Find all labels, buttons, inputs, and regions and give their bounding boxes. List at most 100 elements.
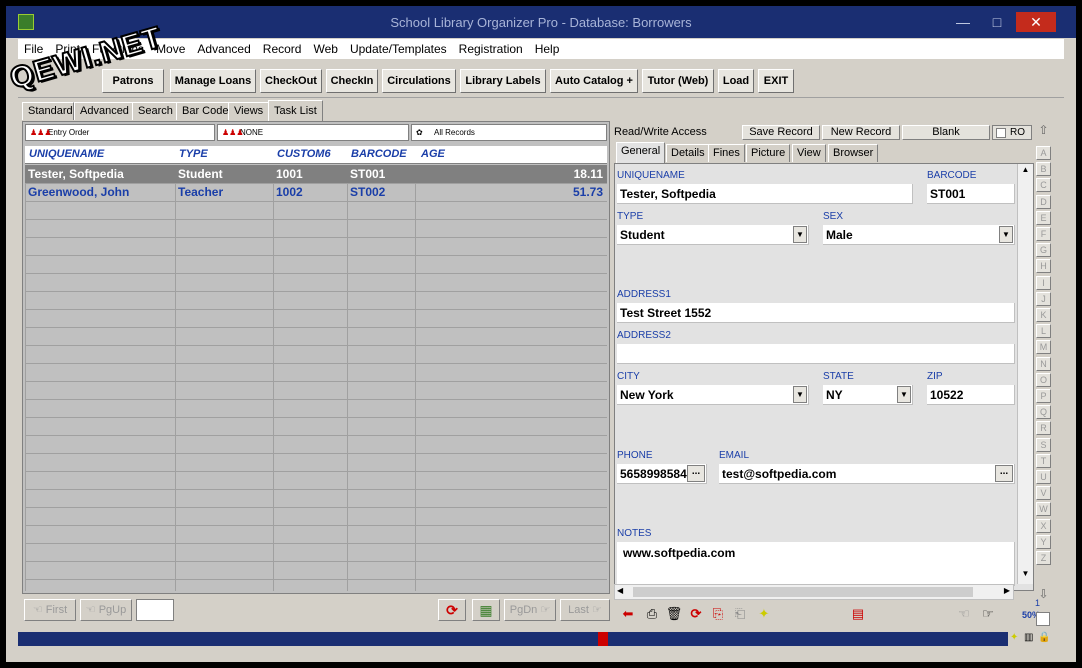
uniquename-field[interactable]: Tester, Softpedia bbox=[617, 184, 913, 204]
menu-update-templates[interactable]: Update/Templates bbox=[344, 39, 453, 56]
exit-button[interactable]: EXIT bbox=[758, 69, 794, 93]
lightbulb-icon[interactable]: ✦ bbox=[754, 604, 774, 624]
alpha-g-button[interactable]: G bbox=[1036, 243, 1051, 258]
refresh-icon[interactable]: ⟳ bbox=[686, 604, 706, 624]
menu-registration[interactable]: Registration bbox=[453, 39, 529, 56]
minimize-button[interactable]: — bbox=[946, 12, 980, 32]
state-select[interactable]: NY ▼ bbox=[823, 385, 913, 405]
save-record-button[interactable]: Save Record bbox=[742, 125, 820, 140]
last-button[interactable]: Last ☞ bbox=[560, 599, 610, 621]
menu-advanced[interactable]: Advanced bbox=[191, 39, 256, 56]
lock-icon[interactable]: 🔒 bbox=[1038, 632, 1050, 643]
export-icon[interactable]: ⎘ bbox=[708, 604, 728, 624]
tab-task-list[interactable]: Task List bbox=[268, 100, 323, 121]
table-row[interactable]: Tester, Softpedia Student 1001 ST001 18.… bbox=[25, 165, 607, 183]
notes-field[interactable]: www.softpedia.com bbox=[617, 542, 1015, 586]
chevron-down-icon[interactable]: ▼ bbox=[793, 386, 807, 403]
maximize-button[interactable]: □ bbox=[980, 12, 1014, 32]
blank-button[interactable]: Blank bbox=[902, 125, 990, 140]
next-record-icon[interactable]: ☞ bbox=[978, 604, 998, 624]
alpha-y-button[interactable]: Y bbox=[1036, 534, 1051, 549]
tab-bar-code[interactable]: Bar Code bbox=[176, 102, 235, 120]
alpha-o-button[interactable]: O bbox=[1036, 372, 1051, 387]
alpha-e-button[interactable]: E bbox=[1036, 210, 1051, 225]
tab-picture[interactable]: Picture bbox=[746, 144, 791, 162]
city-select[interactable]: New York ▼ bbox=[617, 385, 809, 405]
alpha-r-button[interactable]: R bbox=[1036, 421, 1051, 436]
chevron-down-icon[interactable]: ▼ bbox=[793, 226, 807, 243]
alpha-v-button[interactable]: V bbox=[1036, 486, 1051, 501]
alpha-j-button[interactable]: J bbox=[1036, 291, 1051, 306]
alpha-z-button[interactable]: Z bbox=[1036, 551, 1051, 565]
alpha-n-button[interactable]: N bbox=[1036, 356, 1051, 371]
tab-search[interactable]: Search bbox=[132, 102, 179, 120]
tab-browser[interactable]: Browser bbox=[828, 144, 879, 162]
barcode-field[interactable]: ST001 bbox=[927, 184, 1015, 204]
column-barcode[interactable]: BARCODE bbox=[351, 148, 407, 160]
alpha-c-button[interactable]: C bbox=[1036, 178, 1051, 193]
alpha-i-button[interactable]: I bbox=[1036, 275, 1051, 290]
form-scrollbar[interactable]: ▲ ▼ bbox=[1017, 164, 1033, 584]
ellipsis-button[interactable]: ... bbox=[687, 465, 705, 482]
tab-views[interactable]: Views bbox=[228, 102, 270, 120]
load-button[interactable]: Load bbox=[718, 69, 754, 93]
chevron-down-icon[interactable]: ▼ bbox=[999, 226, 1013, 243]
scroll-down-icon[interactable]: ▼ bbox=[1019, 569, 1032, 583]
alpha-k-button[interactable]: K bbox=[1036, 308, 1051, 322]
grid-view-icon[interactable]: ▦ bbox=[472, 599, 500, 621]
previous-record-icon[interactable]: ☜ bbox=[954, 604, 974, 624]
records-selector[interactable]: ✿ All Records bbox=[411, 124, 607, 141]
alpha-f-button[interactable]: F bbox=[1036, 227, 1051, 241]
scroll-up-icon[interactable]: ▲ bbox=[1019, 165, 1032, 179]
type-select[interactable]: Student ▼ bbox=[617, 225, 809, 245]
tab-general[interactable]: General bbox=[616, 142, 666, 163]
checkin-button[interactable]: CheckIn bbox=[326, 69, 378, 93]
table-row[interactable]: Greenwood, John Teacher 1002 ST002 51.73 bbox=[25, 183, 607, 201]
refresh-icon[interactable]: ⟳ bbox=[438, 599, 466, 621]
alpha-a-button[interactable]: A bbox=[1036, 146, 1051, 160]
back-arrow-icon[interactable]: ⬅ bbox=[618, 604, 638, 624]
lightbulb-icon[interactable]: ✦ bbox=[1010, 632, 1018, 643]
alpha-x-button[interactable]: X bbox=[1036, 518, 1051, 533]
order-selector[interactable]: ♟♟♟ Entry Order bbox=[25, 124, 215, 141]
chevron-down-icon[interactable]: ▼ bbox=[897, 386, 911, 403]
column-custom6[interactable]: CUSTOM6 bbox=[277, 148, 331, 160]
ellipsis-button[interactable]: ... bbox=[995, 465, 1013, 482]
alpha-m-button[interactable]: M bbox=[1036, 340, 1051, 355]
filter-selector[interactable]: ♟♟♟ NONE bbox=[217, 124, 409, 141]
library-labels-button[interactable]: Library Labels bbox=[460, 69, 546, 93]
tab-view[interactable]: View bbox=[792, 144, 826, 162]
menu-help[interactable]: Help bbox=[529, 39, 566, 56]
column-age[interactable]: AGE bbox=[421, 148, 445, 160]
horizontal-scrollbar[interactable]: ◀ ▶ bbox=[614, 584, 1014, 600]
address1-field[interactable]: Test Street 1552 bbox=[617, 303, 1015, 323]
resize-handle-icon[interactable] bbox=[598, 632, 608, 646]
alpha-l-button[interactable]: L bbox=[1036, 324, 1051, 339]
sex-select[interactable]: Male ▼ bbox=[823, 225, 1015, 245]
address2-field[interactable] bbox=[617, 344, 1015, 364]
manage-loans-button[interactable]: Manage Loans bbox=[170, 69, 256, 93]
circulations-button[interactable]: Circulations bbox=[382, 69, 456, 93]
alpha-w-button[interactable]: W bbox=[1036, 502, 1051, 517]
report-icon[interactable]: ▤ bbox=[848, 604, 868, 624]
alpha-s-button[interactable]: S bbox=[1036, 437, 1051, 452]
close-button[interactable]: ✕ bbox=[1016, 12, 1056, 32]
ro-checkbox[interactable]: RO bbox=[992, 125, 1032, 140]
scroll-left-icon[interactable]: ◀ bbox=[617, 586, 623, 595]
alpha-t-button[interactable]: T bbox=[1036, 453, 1051, 468]
menu-record[interactable]: Record bbox=[257, 39, 308, 56]
tutor-web-button[interactable]: Tutor (Web) bbox=[642, 69, 714, 93]
pgdn-button[interactable]: PgDn ☞ bbox=[504, 599, 556, 621]
alpha-u-button[interactable]: U bbox=[1036, 470, 1051, 484]
alpha-q-button[interactable]: Q bbox=[1036, 405, 1051, 420]
alpha-h-button[interactable]: H bbox=[1036, 259, 1051, 274]
trash-icon[interactable]: 🗑 bbox=[664, 604, 684, 624]
alpha-p-button[interactable]: P bbox=[1036, 389, 1051, 403]
column-type[interactable]: TYPE bbox=[179, 148, 208, 160]
book-icon[interactable]: ▥ bbox=[1024, 632, 1033, 643]
alpha-b-button[interactable]: B bbox=[1036, 162, 1051, 177]
scroll-up-arrow-icon[interactable]: ⇧ bbox=[1036, 124, 1051, 138]
goto-record-input[interactable] bbox=[136, 599, 174, 621]
import-icon[interactable]: ⎗ bbox=[730, 604, 750, 624]
email-field[interactable]: test@softpedia.com... bbox=[719, 464, 1015, 484]
